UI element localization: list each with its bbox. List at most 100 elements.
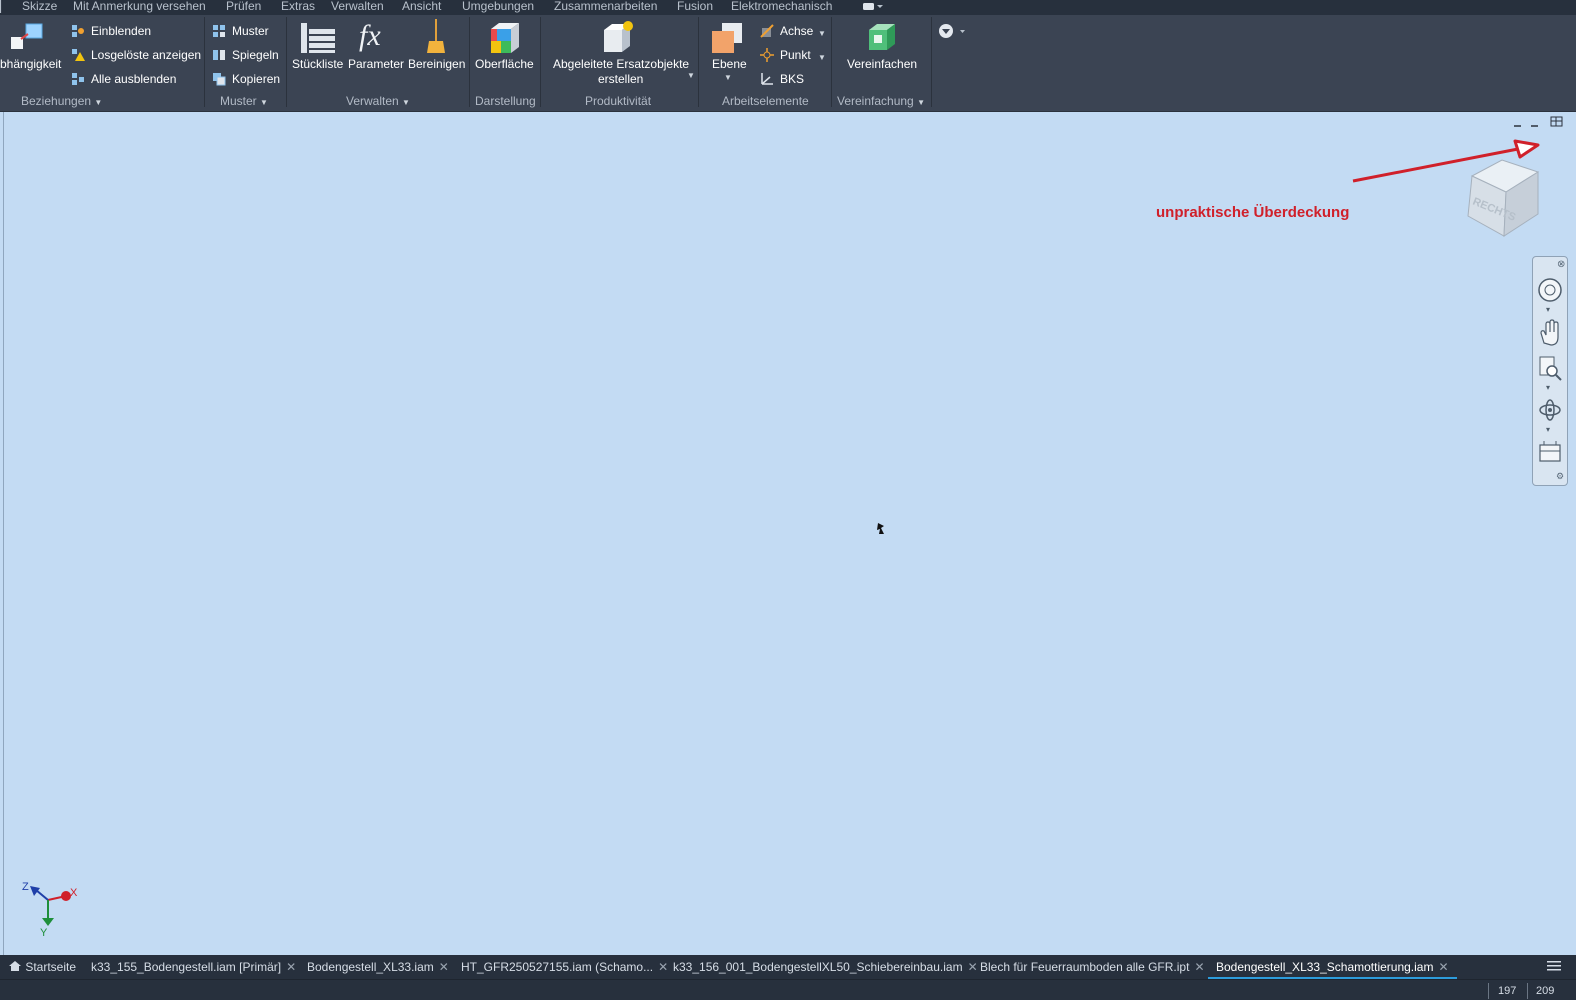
stueckliste-icon[interactable] (301, 21, 335, 58)
viewcube[interactable]: RECHTS (1462, 158, 1548, 247)
abgeleitete-ersatzobjekte-button-line2[interactable]: erstellen (598, 72, 643, 86)
menu-extras[interactable]: Extras (281, 0, 315, 13)
tab-document[interactable]: HT_GFR250527155.iam (Schamo... ✕ (461, 955, 668, 979)
svg-text:fx: fx (359, 19, 381, 52)
broom-icon[interactable] (425, 19, 447, 56)
achse-button[interactable]: Achse (780, 24, 813, 38)
document-tab-bar: Startseite k33_155_Bodengestell.iam [Pri… (0, 955, 1576, 979)
tab-label: k33_155_Bodengestell.iam [Primär] (91, 960, 282, 974)
view-face-icon[interactable] (1537, 439, 1563, 470)
group-verwalten-label: Verwalten (346, 94, 399, 108)
hamburger-menu-icon[interactable] (1546, 955, 1562, 979)
menu-fusion[interactable]: Fusion (677, 0, 713, 13)
ebene-icon[interactable] (710, 21, 744, 58)
tab-close-icon[interactable]: ✕ (1194, 960, 1204, 974)
ersatzobjekt-icon[interactable] (602, 20, 636, 57)
tab-close-icon[interactable]: ✕ (1438, 960, 1448, 974)
chevron-down-icon[interactable]: ▾ (1546, 383, 1550, 392)
losgeloeste-anzeigen-button[interactable]: Losgelöste anzeigen (91, 48, 201, 62)
tab-startseite[interactable]: Startseite (8, 955, 76, 979)
tab-close-icon[interactable]: ✕ (968, 960, 978, 974)
video-dropdown-icon[interactable] (862, 1, 888, 15)
tab-label: Bodengestell_XL33.iam (307, 960, 434, 974)
menu-bar: ▏ Skizze Mit Anmerkung versehen Prüfen E… (0, 0, 1576, 15)
tab-close-icon[interactable]: ✕ (439, 960, 449, 974)
ribbon-separator (469, 17, 470, 107)
parameter-fx-icon[interactable]: fx (358, 17, 394, 56)
tab-document[interactable]: Bodengestell_XL33.iam ✕ (307, 955, 449, 979)
tab-label: Blech für Feuerraumboden alle GFR.ipt (980, 960, 1190, 974)
vereinfachen-button[interactable]: Vereinfachen (847, 57, 917, 71)
spiegeln-button[interactable]: Spiegeln (232, 48, 279, 62)
group-beziehungen[interactable]: Beziehungen ▼ (21, 94, 102, 110)
abhaengigkeit-label[interactable]: bhängigkeit (0, 57, 61, 71)
tab-active-document[interactable]: Bodengestell_XL33_Schamottierung.iam ✕ (1208, 955, 1457, 979)
home-icon (9, 961, 21, 971)
close-icon[interactable]: ⊗ (1557, 259, 1565, 270)
abgeleitete-ersatzobjekte-button[interactable]: Abgeleitete Ersatzobjekte (553, 57, 689, 71)
alle-ausblenden-icon (71, 72, 84, 85)
ribbon-separator (931, 17, 932, 107)
kopieren-button[interactable]: Kopieren (232, 72, 280, 86)
steering-wheel-icon[interactable] (1537, 277, 1563, 308)
abhaengigkeit-icon[interactable] (8, 21, 46, 56)
tab-document[interactable]: k33_155_Bodengestell.iam [Primär] ✕ (91, 955, 296, 979)
coordinate-triad: X Z Y (18, 878, 82, 945)
parameter-button[interactable]: Parameter (348, 57, 404, 71)
orbit-icon[interactable] (1537, 397, 1563, 428)
achse-icon (760, 24, 774, 38)
ribbon-separator (831, 17, 832, 107)
punkt-button[interactable]: Punkt (780, 48, 811, 62)
tab-close-icon[interactable]: ✕ (286, 960, 296, 974)
tab-document[interactable]: Blech für Feuerraumboden alle GFR.ipt ✕ (980, 955, 1205, 979)
tab-close-icon[interactable]: ✕ (658, 960, 668, 974)
menu-ansicht[interactable]: Ansicht (402, 0, 441, 13)
axis-x-label: X (70, 887, 78, 899)
menu-pruefen[interactable]: Prüfen (226, 0, 261, 13)
einblenden-button[interactable]: Einblenden (91, 24, 151, 38)
muster-button[interactable]: Muster (232, 24, 269, 38)
chevron-down-icon: ▼ (94, 98, 103, 107)
vereinfachen-icon[interactable] (865, 20, 899, 57)
bks-button[interactable]: BKS (780, 72, 804, 86)
menu-umgebungen[interactable]: Umgebungen (462, 0, 534, 13)
viewport-window-controls (1512, 116, 1572, 135)
oberflaeche-icon[interactable] (487, 21, 521, 58)
group-muster-label: Muster (220, 94, 257, 108)
status-separator (1527, 983, 1528, 999)
group-beziehungen-label: Beziehungen (21, 94, 92, 108)
chevron-down-icon[interactable]: ▼ (818, 51, 826, 65)
ebene-button[interactable]: Ebene (712, 57, 747, 71)
chevron-down-icon[interactable]: ▼ (818, 27, 826, 41)
panel-options-dropdown-icon[interactable] (938, 23, 968, 42)
pan-hand-icon[interactable] (1537, 319, 1563, 352)
menu-anmerkung[interactable]: Mit Anmerkung versehen (73, 0, 206, 13)
menu-elektromechanisch[interactable]: Elektromechanisch (731, 0, 832, 13)
group-vereinfachung[interactable]: Vereinfachung ▼ (837, 94, 925, 110)
chevron-down-icon[interactable]: ▾ (1546, 305, 1550, 314)
chevron-down-icon[interactable]: ▼ (687, 69, 695, 83)
mouse-cursor-icon (875, 522, 887, 541)
stueckliste-button[interactable]: Stückliste (292, 57, 343, 71)
alle-ausblenden-button[interactable]: Alle ausblenden (91, 72, 176, 86)
group-muster[interactable]: Muster ▼ (220, 94, 268, 110)
status-bar: 197 209 (0, 979, 1576, 1000)
menu-skizze[interactable]: Skizze (22, 0, 57, 13)
graphics-viewport[interactable] (3, 112, 1576, 955)
bereinigen-button[interactable]: Bereinigen (408, 57, 465, 71)
einblenden-icon (71, 24, 84, 37)
muster-icon (212, 24, 225, 37)
tab-document[interactable]: k33_156_001_BodengestellXL50_Schieberein… (673, 955, 978, 979)
kopieren-icon (212, 72, 226, 86)
chevron-down-icon[interactable]: ▾ (1546, 425, 1550, 434)
oberflaeche-button[interactable]: Oberfläche (475, 57, 534, 71)
axis-z-label: Z (22, 881, 29, 893)
zoom-icon[interactable] (1537, 355, 1563, 386)
menu-zusammenarbeiten[interactable]: Zusammenarbeiten (554, 0, 657, 13)
group-verwalten[interactable]: Verwalten ▼ (346, 94, 410, 110)
customize-icon[interactable]: ⚙ (1556, 471, 1564, 482)
ribbon-separator (540, 17, 541, 107)
menu-verwalten[interactable]: Verwalten (331, 0, 384, 13)
annotation-text: unpraktische Überdeckung (1156, 204, 1350, 221)
chevron-down-icon[interactable]: ▼ (724, 71, 732, 85)
